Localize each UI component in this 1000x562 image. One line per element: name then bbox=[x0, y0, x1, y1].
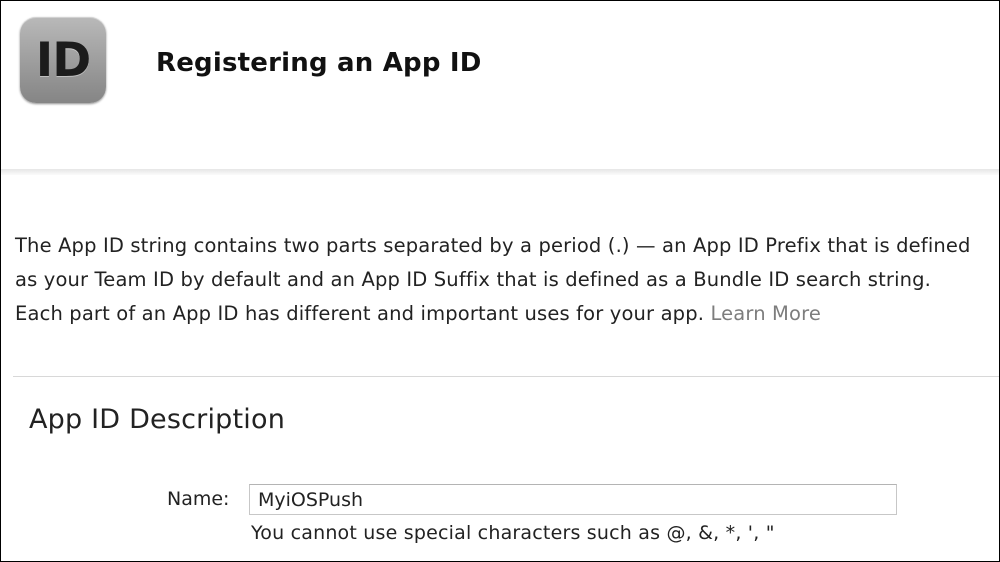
intro-paragraph: The App ID string contains two parts sep… bbox=[15, 229, 985, 331]
app-id-icon-label: ID bbox=[35, 32, 92, 88]
learn-more-link[interactable]: Learn More bbox=[710, 302, 821, 325]
name-input[interactable] bbox=[249, 484, 897, 515]
name-field-hint: You cannot use special characters such a… bbox=[251, 522, 775, 544]
page-header: ID Registering an App ID bbox=[1, 1, 999, 171]
section-divider bbox=[13, 376, 999, 377]
app-id-icon: ID bbox=[20, 17, 106, 103]
intro-text: The App ID string contains two parts sep… bbox=[15, 234, 971, 325]
section-title-app-id-description: App ID Description bbox=[29, 404, 286, 435]
header-divider bbox=[1, 169, 999, 175]
page-title: Registering an App ID bbox=[156, 48, 482, 78]
name-field-label: Name: bbox=[167, 488, 230, 510]
page-frame: ID Registering an App ID The App ID stri… bbox=[0, 0, 1000, 562]
